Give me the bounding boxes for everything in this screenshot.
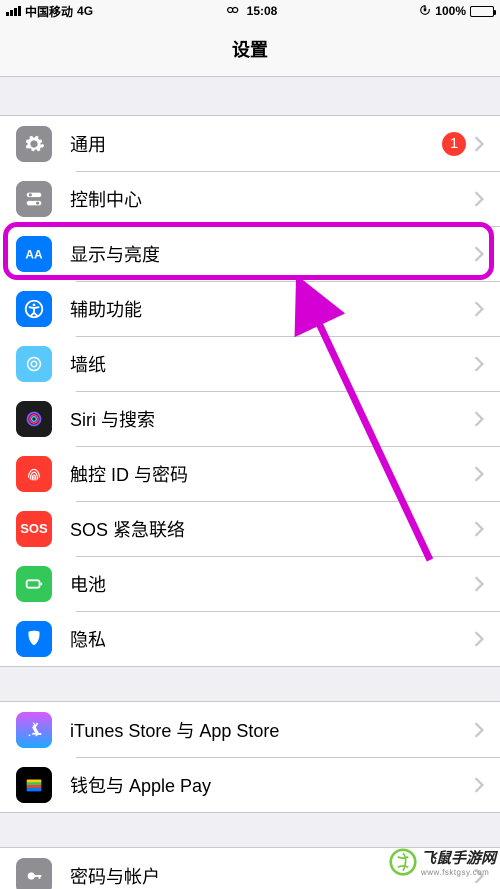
row-general[interactable]: 通用 1: [0, 116, 500, 171]
control-center-icon: [16, 181, 52, 217]
row-wallet[interactable]: 钱包与 Apple Pay: [0, 757, 500, 812]
time-label: 15:08: [247, 4, 278, 18]
sos-icon: SOS: [16, 511, 52, 547]
touchid-icon: [16, 456, 52, 492]
row-label: 墙纸: [70, 351, 474, 377]
watermark-url: www.fsktgsy.com: [421, 868, 496, 877]
settings-group-2: iTunes Store 与 App Store 钱包与 Apple Pay: [0, 701, 500, 813]
chevron-right-icon: [474, 521, 484, 537]
key-icon: [16, 858, 52, 889]
section-gap: [0, 813, 500, 847]
carrier-label: 中国移动: [25, 3, 73, 20]
row-label: Siri 与搜索: [70, 406, 474, 432]
row-sos[interactable]: SOS SOS 紧急联络: [0, 501, 500, 556]
row-siri[interactable]: Siri 与搜索: [0, 391, 500, 446]
appstore-icon: [16, 712, 52, 748]
chevron-right-icon: [474, 301, 484, 317]
row-touchid[interactable]: 触控 ID 与密码: [0, 446, 500, 501]
battery-pct-label: 100%: [435, 4, 466, 18]
wallet-icon: [16, 767, 52, 803]
badge: 1: [442, 132, 466, 156]
row-label: 电池: [70, 571, 474, 597]
chevron-right-icon: [474, 576, 484, 592]
row-label: 通用: [70, 131, 442, 157]
chevron-right-icon: [474, 722, 484, 738]
status-bar: 中国移动 4G 15:08 100%: [0, 0, 500, 22]
row-label: 辅助功能: [70, 296, 474, 322]
row-label: 触控 ID 与密码: [70, 461, 474, 487]
display-brightness-icon: AA: [16, 236, 52, 272]
chevron-right-icon: [474, 246, 484, 262]
hotspot-icon: [223, 4, 243, 18]
battery-icon: [470, 6, 494, 17]
settings-group-1: 通用 1 控制中心 AA 显示与亮度 辅助功能 墙纸 Siri: [0, 115, 500, 667]
wallpaper-icon: [16, 346, 52, 382]
section-gap: [0, 77, 500, 115]
chevron-right-icon: [474, 411, 484, 427]
nav-bar: 设置: [0, 22, 500, 77]
chevron-right-icon: [474, 356, 484, 372]
battery-icon: [16, 566, 52, 602]
signal-icon: [6, 6, 21, 16]
row-label: 钱包与 Apple Pay: [70, 772, 474, 798]
row-battery[interactable]: 电池: [0, 556, 500, 611]
general-icon: [16, 126, 52, 162]
row-label: 隐私: [70, 626, 474, 652]
section-gap: [0, 667, 500, 701]
row-label: SOS 紧急联络: [70, 516, 474, 542]
watermark: 飞鼠手游网 www.fsktgsy.com: [389, 847, 496, 877]
watermark-brand: 飞鼠手游网: [421, 847, 496, 868]
row-wallpaper[interactable]: 墙纸: [0, 336, 500, 391]
siri-icon: [16, 401, 52, 437]
rotation-lock-icon: [419, 4, 431, 19]
row-accessibility[interactable]: 辅助功能: [0, 281, 500, 336]
row-label: 显示与亮度: [70, 241, 474, 267]
row-control-center[interactable]: 控制中心: [0, 171, 500, 226]
privacy-icon: [16, 621, 52, 657]
accessibility-icon: [16, 291, 52, 327]
svg-text:AA: AA: [25, 247, 43, 261]
status-right: 100%: [419, 4, 494, 19]
chevron-right-icon: [474, 631, 484, 647]
status-left: 中国移动 4G: [6, 3, 93, 20]
watermark-icon: [389, 848, 417, 876]
chevron-right-icon: [474, 191, 484, 207]
network-label: 4G: [77, 4, 93, 18]
chevron-right-icon: [474, 777, 484, 793]
row-display-brightness[interactable]: AA 显示与亮度: [0, 226, 500, 281]
chevron-right-icon: [474, 136, 484, 152]
row-label: iTunes Store 与 App Store: [70, 717, 474, 743]
page-title: 设置: [232, 36, 268, 62]
chevron-right-icon: [474, 466, 484, 482]
row-label: 控制中心: [70, 186, 474, 212]
row-itunes-appstore[interactable]: iTunes Store 与 App Store: [0, 702, 500, 757]
status-center: 15:08: [223, 4, 278, 18]
row-privacy[interactable]: 隐私: [0, 611, 500, 666]
